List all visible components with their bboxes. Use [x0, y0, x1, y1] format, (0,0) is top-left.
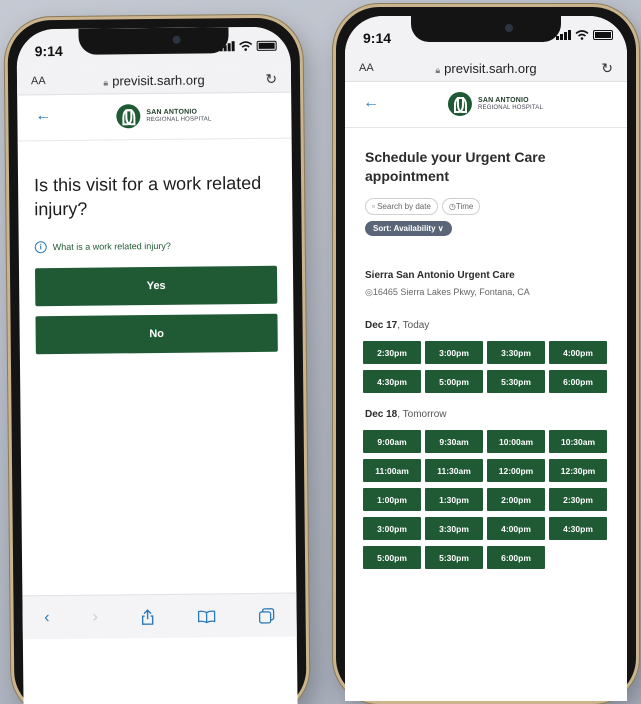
time-slot-button[interactable]: 9:30am [425, 430, 483, 453]
location-name: Sierra San Antonio Urgent Care [365, 270, 515, 281]
hospital-logo: SAN ANTONIO REGIONAL HOSPITAL [447, 92, 544, 116]
time-slot-button[interactable]: 4:00pm [487, 517, 545, 540]
time-slot-button[interactable]: 9:00am [363, 430, 421, 453]
status-icons [219, 40, 277, 52]
phone-left-screen: 9:14 AA 🔒︎ previsit.sarh.org ↻ ← SAN ANTO… [16, 26, 298, 704]
location-address-text: 16465 Sierra Lakes Pkwy, Fontana, CA [372, 287, 530, 297]
yes-button[interactable]: Yes [34, 265, 278, 307]
lock-icon: 🔒︎ [103, 77, 109, 88]
status-time: 9:14 [363, 30, 392, 46]
no-button[interactable]: No [35, 313, 278, 355]
location-block: Sierra San Antonio Urgent Care ◎16465 Si… [345, 236, 627, 298]
time-slot-button[interactable]: 4:30pm [549, 517, 607, 540]
map-pin-icon: ◎ [365, 287, 373, 297]
time-slot-button[interactable]: 1:30pm [425, 488, 483, 511]
sort-dropdown[interactable]: Sort: Availability ∨ [365, 221, 452, 236]
back-arrow-icon[interactable]: ← [363, 94, 379, 112]
chevron-down-icon: ∨ [437, 224, 444, 233]
url-field[interactable]: 🔒︎ previsit.sarh.org [345, 61, 627, 76]
back-arrow-icon[interactable]: ← [35, 107, 51, 125]
tabs-icon[interactable] [259, 607, 275, 624]
time-slot-button[interactable]: 5:00pm [363, 546, 421, 569]
status-icons [556, 30, 613, 40]
logo-line2: REGIONAL HOSPITAL [477, 105, 544, 111]
time-label: Time [455, 202, 474, 211]
time-slot-button[interactable]: 3:00pm [425, 341, 483, 364]
day-heading: Dec 17, Today [345, 298, 627, 331]
notch [78, 27, 229, 55]
phone-left: 9:14 AA 🔒︎ previsit.sarh.org ↻ ← SAN ANTO… [4, 14, 310, 704]
clock-icon: ◷ [448, 202, 456, 211]
wifi-icon [239, 41, 253, 51]
battery-icon [593, 30, 613, 40]
bookmarks-icon[interactable] [198, 609, 216, 623]
time-slot-grid: 9:00am 9:30am 10:00am 10:30am 11:00am 11… [345, 420, 627, 569]
url-text: previsit.sarh.org [444, 61, 537, 76]
search-by-date-label: Search by date [377, 202, 431, 211]
info-link[interactable]: i What is a work related injury? [18, 219, 292, 254]
time-slot-button[interactable]: 2:00pm [487, 488, 545, 511]
time-slot-button[interactable]: 2:30pm [363, 341, 421, 364]
day-relative: , Tomorrow [397, 409, 447, 420]
time-slot-button[interactable]: 10:30am [549, 430, 607, 453]
sort-label: Sort: Availability [373, 224, 436, 233]
hospital-logo: SAN ANTONIO REGIONAL HOSPITAL [116, 103, 212, 129]
day-date: Dec 18 [365, 409, 398, 420]
day-heading: Dec 18, Tomorrow [345, 393, 627, 420]
share-icon[interactable] [141, 608, 155, 625]
location-address[interactable]: ◎16465 Sierra Lakes Pkwy, Fontana, CA [365, 287, 607, 298]
time-slot-button[interactable]: 3:30pm [487, 341, 545, 364]
url-field[interactable]: 🔒︎ previsit.sarh.org [17, 72, 291, 90]
time-slot-button[interactable]: 6:00pm [549, 370, 607, 393]
time-slot-button[interactable]: 3:30pm [425, 517, 483, 540]
site-header: ← SAN ANTONIO REGIONAL HOSPITAL [17, 92, 292, 142]
day-relative: , Today [397, 320, 430, 331]
time-slot-button[interactable]: 6:00pm [487, 546, 545, 569]
status-time: 9:14 [34, 42, 63, 60]
calendar-icon: ▫ [372, 202, 375, 211]
time-chip[interactable]: ◷Time [441, 198, 481, 215]
info-icon: i [34, 241, 47, 254]
lock-icon: 🔒︎ [435, 65, 441, 75]
nav-back-icon[interactable]: ‹ [44, 609, 50, 627]
time-slot-button[interactable]: 2:30pm [549, 488, 607, 511]
question-heading: Is this visit for a work related injury? [33, 172, 262, 220]
site-header: ← SAN ANTONIO REGIONAL HOSPITAL [345, 82, 627, 128]
time-slot-button[interactable]: 3:00pm [363, 517, 421, 540]
time-slot-grid: 2:30pm 3:00pm 3:30pm 4:00pm 4:30pm 5:00p… [345, 331, 627, 393]
time-slot-button[interactable]: 12:00pm [487, 459, 545, 482]
url-text: previsit.sarh.org [112, 72, 205, 89]
phone-right: 9:14 AA 🔒︎ previsit.sarh.org ↻ ← SAN ANTO… [333, 4, 639, 704]
time-slot-button[interactable]: 11:00am [363, 459, 421, 482]
time-slot-button[interactable]: 5:30pm [425, 546, 483, 569]
address-bar[interactable]: AA 🔒︎ previsit.sarh.org ↻ [16, 66, 292, 96]
leaf-logo-icon [447, 92, 472, 116]
info-link-text: What is a work related injury? [52, 240, 171, 253]
time-slot-button[interactable]: 5:30pm [487, 370, 545, 393]
time-slot-button[interactable]: 5:00pm [425, 370, 483, 393]
battery-icon [256, 40, 277, 51]
day-date: Dec 17 [365, 320, 398, 331]
safari-toolbar: ‹ › [22, 592, 297, 640]
filter-chips: ▫ Search by date ◷Time [345, 186, 627, 215]
wifi-icon [575, 30, 589, 40]
time-slot-button[interactable]: 4:00pm [549, 341, 607, 364]
leaf-logo-icon [116, 104, 141, 129]
reload-icon[interactable]: ↻ [601, 60, 613, 77]
time-slot-button[interactable]: 12:30pm [549, 459, 607, 482]
address-bar[interactable]: AA 🔒︎ previsit.sarh.org ↻ [345, 56, 627, 82]
page-title: Schedule your Urgent Care appointment [365, 149, 546, 184]
phone-right-screen: 9:14 AA 🔒︎ previsit.sarh.org ↻ ← SAN ANTO… [345, 16, 627, 701]
time-slot-button[interactable]: 11:30am [425, 459, 483, 482]
time-slot-button[interactable]: 4:30pm [363, 370, 421, 393]
nav-forward-icon[interactable]: › [92, 608, 98, 626]
reload-icon[interactable]: ↻ [265, 71, 277, 88]
logo-line1: SAN ANTONIO [146, 108, 198, 117]
notch [411, 16, 561, 42]
logo-line1: SAN ANTONIO [477, 97, 529, 104]
time-slot-button[interactable]: 10:00am [487, 430, 545, 453]
time-slot-button[interactable]: 1:00pm [363, 488, 421, 511]
logo-line2: REGIONAL HOSPITAL [146, 116, 212, 124]
search-by-date-chip[interactable]: ▫ Search by date [365, 198, 438, 215]
